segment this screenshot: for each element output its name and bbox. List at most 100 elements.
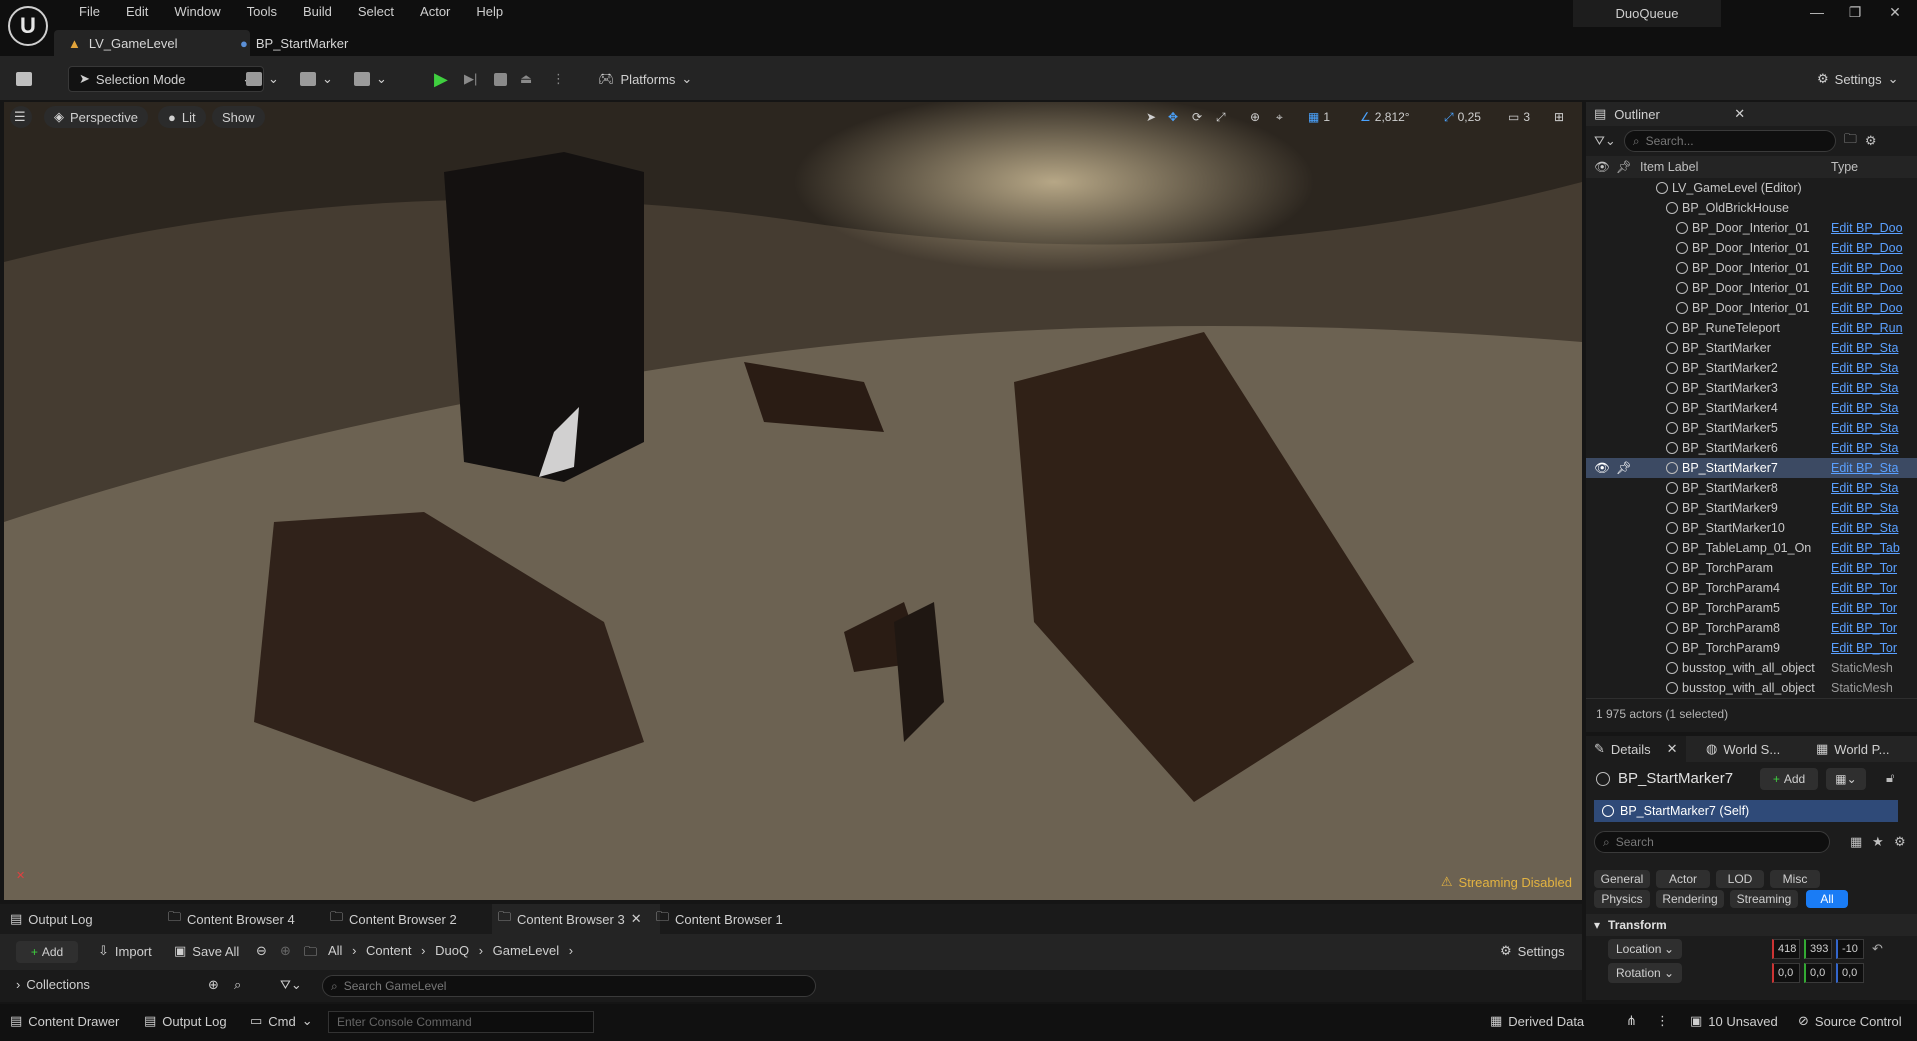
filter-general[interactable]: General: [1594, 870, 1650, 888]
close-icon[interactable]: ✕: [1879, 4, 1911, 21]
outliner-row[interactable]: busstop_with_all_object StaticMesh: [1586, 658, 1917, 678]
menu-window[interactable]: Window: [161, 3, 233, 21]
tab-world-settings[interactable]: ◍ World S...: [1698, 736, 1788, 762]
edit-blueprint-link[interactable]: Edit BP_Doo: [1831, 281, 1911, 295]
table-view-icon[interactable]: ▦: [1850, 834, 1862, 850]
surface-snap-icon[interactable]: ⌖: [1276, 107, 1283, 127]
unreal-logo-icon[interactable]: U: [8, 6, 48, 46]
perspective-button[interactable]: ◈ Perspective: [44, 106, 148, 128]
close-icon[interactable]: ✕: [631, 911, 642, 927]
outliner-row[interactable]: 👁︎ 📌︎ BP_StartMarker7 Edit BP_Sta: [1586, 458, 1917, 478]
outliner-row[interactable]: BP_Door_Interior_01 Edit BP_Doo: [1586, 298, 1917, 318]
edit-blueprint-link[interactable]: Edit BP_Doo: [1831, 301, 1911, 315]
outliner-row[interactable]: LV_GameLevel (Editor): [1586, 178, 1917, 198]
lock-icon[interactable]: 🔓︎: [1886, 770, 1894, 786]
column-item-label[interactable]: Item Label: [1640, 160, 1698, 174]
edit-blueprint-link[interactable]: Edit BP_Sta: [1831, 381, 1911, 395]
save-icon[interactable]: [16, 66, 32, 92]
move-tool-icon[interactable]: ✥: [1168, 107, 1178, 127]
location-z-field[interactable]: -10: [1836, 939, 1864, 959]
tab-details[interactable]: ✎ Details ✕: [1586, 736, 1686, 762]
filter-streaming[interactable]: Streaming: [1730, 890, 1798, 908]
star-icon[interactable]: ★: [1872, 834, 1884, 850]
outliner-row[interactable]: BP_StartMarker3 Edit BP_Sta: [1586, 378, 1917, 398]
edit-blueprint-link[interactable]: Edit BP_Sta: [1831, 401, 1911, 415]
edit-blueprint-link[interactable]: Edit BP_Doo: [1831, 221, 1911, 235]
minimize-icon[interactable]: —: [1801, 4, 1833, 20]
rotation-dropdown[interactable]: Rotation ⌄: [1608, 963, 1682, 983]
content-browser-settings-button[interactable]: ⚙ Settings: [1500, 943, 1565, 959]
blueprint-menu-icon[interactable]: ⌄: [300, 66, 333, 92]
location-dropdown[interactable]: Location ⌄: [1608, 939, 1682, 959]
location-x-field[interactable]: 418: [1772, 939, 1800, 959]
outliner-row[interactable]: BP_Door_Interior_01 Edit BP_Doo: [1586, 238, 1917, 258]
tab-world-partition[interactable]: ▦ World P...: [1808, 736, 1897, 762]
edit-blueprint-link[interactable]: Edit BP_Tor: [1831, 641, 1911, 655]
pin-icon[interactable]: 📌︎: [1616, 160, 1632, 175]
edit-blueprint-link[interactable]: Edit BP_Sta: [1831, 481, 1911, 495]
menu-actor[interactable]: Actor: [407, 3, 463, 21]
select-tool-icon[interactable]: ➤: [1146, 107, 1156, 127]
scale-tool-icon[interactable]: ⤢: [1216, 107, 1226, 127]
tab-content-browser-2[interactable]: 🗀︎ Content Browser 2: [330, 904, 500, 934]
selection-mode-dropdown[interactable]: ➤ Selection Mode ⌄: [68, 66, 264, 92]
filter-icon[interactable]: ⛛⌄: [280, 977, 302, 993]
edit-blueprint-link[interactable]: Edit BP_Doo: [1831, 241, 1911, 255]
menu-build[interactable]: Build: [290, 3, 345, 21]
add-actor-icon[interactable]: ⌄: [246, 66, 279, 92]
outliner-row[interactable]: BP_StartMarker4 Edit BP_Sta: [1586, 398, 1917, 418]
outliner-row[interactable]: BP_RuneTeleport Edit BP_Run: [1586, 318, 1917, 338]
stop-icon[interactable]: [494, 66, 507, 92]
outliner-row[interactable]: BP_Door_Interior_01 Edit BP_Doo: [1586, 258, 1917, 278]
outliner-search-input[interactable]: ⌕ Search...: [1623, 130, 1836, 152]
cmd-dropdown[interactable]: ▭ Cmd ⌄: [250, 1013, 313, 1029]
tab-lv-gamelevel[interactable]: ▲ LV_GameLevel: [54, 30, 250, 56]
outliner-row[interactable]: BP_TorchParam4 Edit BP_Tor: [1586, 578, 1917, 598]
edit-blueprint-link[interactable]: Edit BP_Sta: [1831, 521, 1911, 535]
outliner-row[interactable]: BP_StartMarker8 Edit BP_Sta: [1586, 478, 1917, 498]
console-command-input[interactable]: Enter Console Command: [328, 1011, 594, 1033]
menu-select[interactable]: Select: [345, 3, 407, 21]
content-search-input[interactable]: ⌕ Search GameLevel: [322, 975, 816, 997]
rotate-tool-icon[interactable]: ⟳: [1192, 107, 1202, 127]
outliner-row[interactable]: BP_TorchParam9 Edit BP_Tor: [1586, 638, 1917, 658]
outliner-row[interactable]: BP_TableLamp_01_On Edit BP_Tab: [1586, 538, 1917, 558]
tab-content-browser-4[interactable]: 🗀︎ Content Browser 4: [168, 904, 338, 934]
edit-blueprint-link[interactable]: Edit BP_Sta: [1831, 461, 1911, 475]
menu-edit[interactable]: Edit: [113, 3, 161, 21]
outliner-row[interactable]: BP_TorchParam8 Edit BP_Tor: [1586, 618, 1917, 638]
outliner-row[interactable]: BP_Door_Interior_01 Edit BP_Doo: [1586, 218, 1917, 238]
eject-icon[interactable]: ⏏: [520, 66, 532, 92]
outliner-row[interactable]: BP_TorchParam Edit BP_Tor: [1586, 558, 1917, 578]
show-button[interactable]: Show: [212, 106, 265, 128]
edit-blueprint-link[interactable]: Edit BP_Sta: [1831, 421, 1911, 435]
more-options-icon[interactable]: ⋮: [1656, 1013, 1669, 1029]
save-all-button[interactable]: ▣ Save All: [174, 943, 239, 959]
edit-blueprint-link[interactable]: Edit BP_Sta: [1831, 501, 1911, 515]
settings-button[interactable]: ⚙ Settings ⌄: [1817, 66, 1899, 92]
reset-icon[interactable]: ↶: [1872, 941, 1883, 957]
unsaved-button[interactable]: ▣ 10 Unsaved: [1690, 1013, 1778, 1029]
menu-help[interactable]: Help: [463, 3, 516, 21]
filter-all[interactable]: All: [1806, 890, 1848, 908]
breadcrumb-all[interactable]: All: [328, 943, 342, 958]
rotation-snap-toggle[interactable]: ∠ 2,812°: [1360, 107, 1410, 127]
eye-icon[interactable]: 👁︎: [1594, 160, 1610, 175]
network-icon[interactable]: ⋔: [1626, 1013, 1637, 1029]
self-component-row[interactable]: BP_StartMarker7 (Self): [1594, 800, 1898, 822]
filter-lod[interactable]: LOD: [1716, 870, 1764, 888]
maximize-icon[interactable]: ❐: [1839, 4, 1871, 21]
filter-physics[interactable]: Physics: [1594, 890, 1650, 908]
outliner-row[interactable]: BP_Door_Interior_01 Edit BP_Doo: [1586, 278, 1917, 298]
camera-speed-button[interactable]: ▭ 3: [1508, 107, 1530, 127]
close-icon[interactable]: ✕: [1734, 106, 1745, 122]
edit-blueprint-link[interactable]: Edit BP_Run: [1831, 321, 1911, 335]
breadcrumb-gamelevel[interactable]: GameLevel: [493, 943, 559, 958]
cinematics-icon[interactable]: ⌄: [354, 66, 387, 92]
platforms-dropdown[interactable]: 🎮︎ Platforms ⌄: [598, 66, 692, 92]
rotation-x-field[interactable]: 0,0: [1772, 963, 1800, 983]
transform-section-header[interactable]: ▾ Transform: [1586, 914, 1917, 936]
step-icon[interactable]: ▶|: [464, 66, 477, 92]
tab-output-log[interactable]: ▤ Output Log: [10, 904, 160, 934]
level-viewport[interactable]: ☰ ◈ Perspective ● Lit Show ➤ ✥ ⟳ ⤢ ⊕ ⌖ ▦…: [4, 102, 1582, 900]
